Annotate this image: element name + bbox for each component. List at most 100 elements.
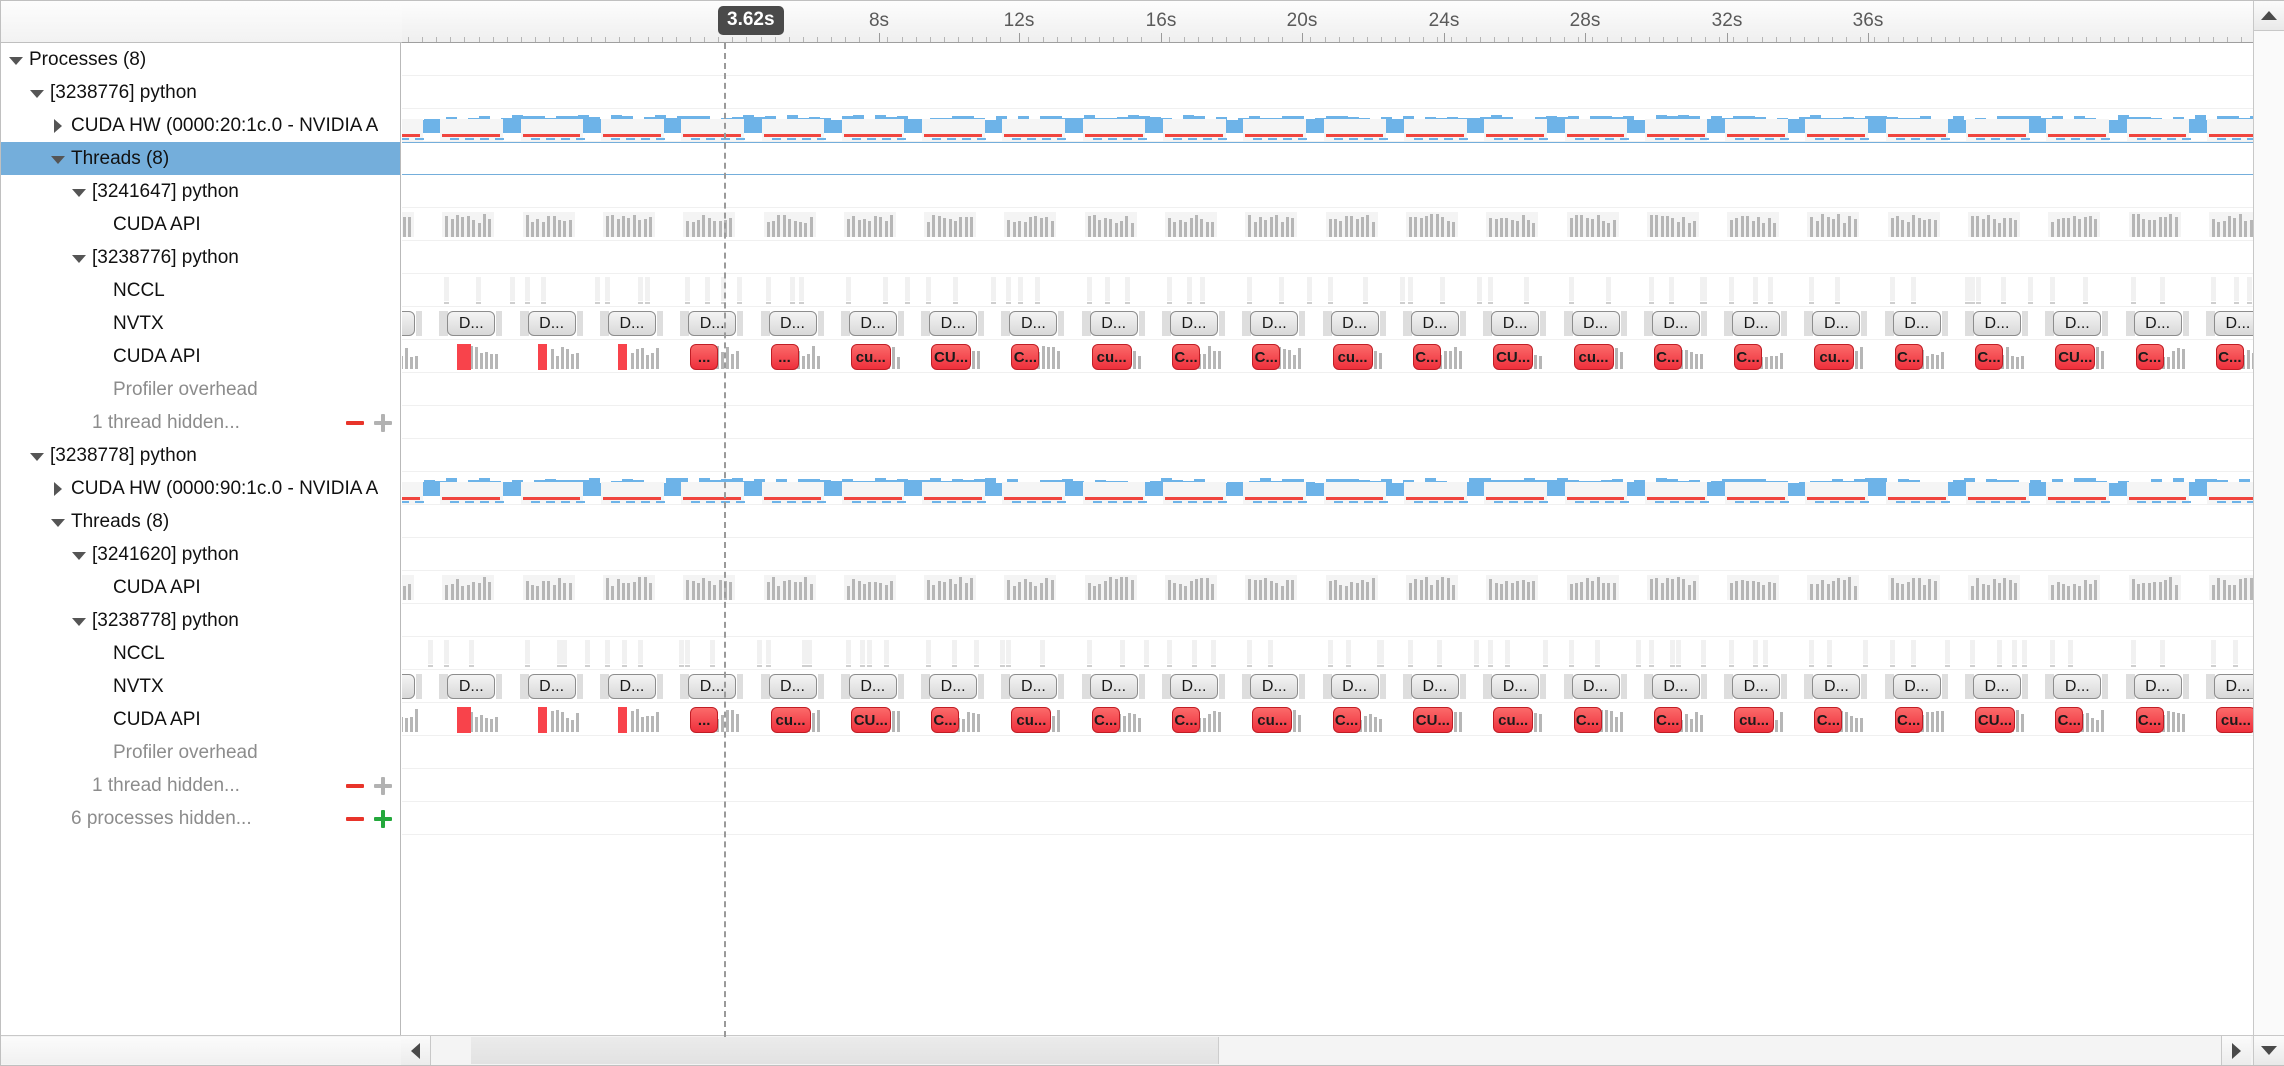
nvtx-range[interactable]: D... [2133,311,2182,336]
twisty-expanded-icon[interactable] [51,152,65,166]
nccl-event[interactable] [904,277,910,301]
cuda-api-burst[interactable] [1405,212,1458,237]
nvtx-range[interactable]: D... [402,311,415,336]
scroll-left-button[interactable] [401,1036,431,1065]
timeline-row-threads-a[interactable] [402,142,2253,175]
nccl-event[interactable] [2001,277,2007,301]
cuda-api-call[interactable]: C... [1332,707,1361,733]
tree-row-overhead-a[interactable]: Profiler overhead [1,373,400,406]
cuda-api-call[interactable]: cu... [1493,707,1534,733]
nccl-event[interactable] [951,640,957,664]
nvtx-range[interactable]: D... [1892,311,1941,336]
nccl-event[interactable] [1594,640,1600,664]
cuda-api-burst[interactable] [924,575,977,600]
nccl-event[interactable] [2050,277,2056,301]
timeline-row-cudaapi-a2[interactable]: ...... cu... CU... C... cu... C... C... cu... C.… [402,340,2253,373]
nvtx-range[interactable]: D... [768,674,817,699]
timeline-row-cudahw-90[interactable] [402,472,2253,505]
cuda-api-burst[interactable] [2048,212,2101,237]
nccl-event[interactable] [1524,277,1530,301]
cuda-api-burst[interactable] [1486,212,1539,237]
nccl-event[interactable] [845,640,851,664]
nvtx-range[interactable]: D... [688,311,737,336]
cuda-api-call[interactable]: C... [1172,707,1200,733]
tree-row-hidden-thr-b[interactable]: 1 thread hidden... [1,769,400,802]
nccl-event[interactable] [1247,277,1253,301]
nccl-event[interactable] [860,640,866,664]
nccl-event[interactable] [1191,640,1197,664]
nvtx-range[interactable]: D... [1170,311,1218,336]
cuda-api-burst[interactable] [1405,575,1458,600]
nccl-event[interactable] [1669,277,1675,301]
nccl-event[interactable] [737,277,743,301]
nccl-event[interactable] [1006,277,1012,301]
vertical-scrollbar[interactable] [2253,1,2284,1065]
cuda-api-burst[interactable] [1084,575,1137,600]
cuda-api-burst[interactable] [1325,212,1378,237]
plus-icon[interactable] [374,413,392,432]
cuda-api-call[interactable]: C... [1894,707,1923,733]
nccl-event[interactable] [1120,640,1126,664]
cuda-api-burst[interactable] [1968,212,2020,237]
nccl-event[interactable] [1827,640,1833,664]
twisty-expanded-icon[interactable] [51,515,65,529]
nccl-event[interactable] [1636,640,1642,664]
nccl-event[interactable] [765,640,771,664]
nvtx-range[interactable]: D... [1330,311,1379,336]
nccl-event[interactable] [1211,640,1217,664]
cuda-api-call[interactable]: ... [690,707,719,733]
cuda-api-call[interactable]: CU... [2055,344,2096,370]
cuda-api-burst[interactable] [1084,212,1137,237]
timeline-row-hidden-proc[interactable] [402,802,2253,835]
nccl-event[interactable] [882,277,888,301]
scroll-down-button[interactable] [2254,1035,2284,1065]
cuda-api-burst[interactable] [550,707,581,732]
timeline-row-thr-3238776[interactable] [402,241,2253,274]
nccl-event[interactable] [1976,277,1982,301]
cuda-api-burst[interactable] [2128,575,2181,600]
nccl-event[interactable] [1439,277,1445,301]
nvtx-range[interactable]: D... [1571,311,1620,336]
horizontal-scrollbar[interactable] [1,1035,2253,1065]
tree-row-cudaapi-b2[interactable]: CUDA API [1,703,400,736]
cuda-api-burst[interactable] [1566,575,1619,600]
twisty-expanded-icon[interactable] [30,449,44,463]
tree-row-thr-3238778[interactable]: [3238778] python [1,604,400,637]
nccl-event[interactable] [2130,640,2136,664]
cuda-api-burst[interactable] [1807,212,1860,237]
nccl-event[interactable] [1473,640,1479,664]
nccl-event[interactable] [1247,640,1253,664]
nccl-event[interactable] [1809,640,1815,664]
nccl-event[interactable] [1040,640,1046,664]
timeline-canvas[interactable]: D... D... D... D... D... D... D... D... D... D...… [402,43,2253,1037]
nvtx-range[interactable]: D... [2133,674,2182,699]
cuda-api-call[interactable]: C... [2135,707,2164,733]
nccl-event[interactable] [1345,640,1351,664]
twisty-expanded-icon[interactable] [9,53,23,67]
timeline-row-processes[interactable] [402,43,2253,76]
cuda-api-call[interactable]: C... [2215,344,2244,370]
cuda-api-call[interactable]: C... [1653,344,1682,370]
tree-row-thr-3241620[interactable]: [3241620] python [1,538,400,571]
nccl-event[interactable] [2233,277,2239,301]
cuda-api-burst[interactable] [550,344,581,369]
tree-row-proc-3238778[interactable]: [3238778] python [1,439,400,472]
nccl-event[interactable] [1542,640,1548,664]
nccl-event[interactable] [807,640,813,664]
cuda-api-call[interactable]: cu... [1332,344,1373,370]
cuda-api-call[interactable]: C... [1412,344,1441,370]
nccl-event[interactable] [1436,640,1442,664]
tree-row-overhead-b[interactable]: Profiler overhead [1,736,400,769]
nccl-event[interactable] [1729,640,1735,664]
nccl-event[interactable] [2050,640,2056,664]
tree-row-proc-3238776[interactable]: [3238776] python [1,76,400,109]
nvtx-range[interactable]: D... [1170,674,1218,699]
nvtx-range[interactable]: D... [1571,674,1620,699]
nvtx-range[interactable]: D... [1973,311,2021,336]
cuda-api-call[interactable]: CU... [1493,344,1534,370]
cuda-api-burst[interactable] [522,212,575,237]
nccl-event[interactable] [524,277,530,301]
nccl-event[interactable] [867,640,873,664]
nccl-event[interactable] [1124,277,1130,301]
nvtx-range[interactable]: D... [1089,674,1138,699]
